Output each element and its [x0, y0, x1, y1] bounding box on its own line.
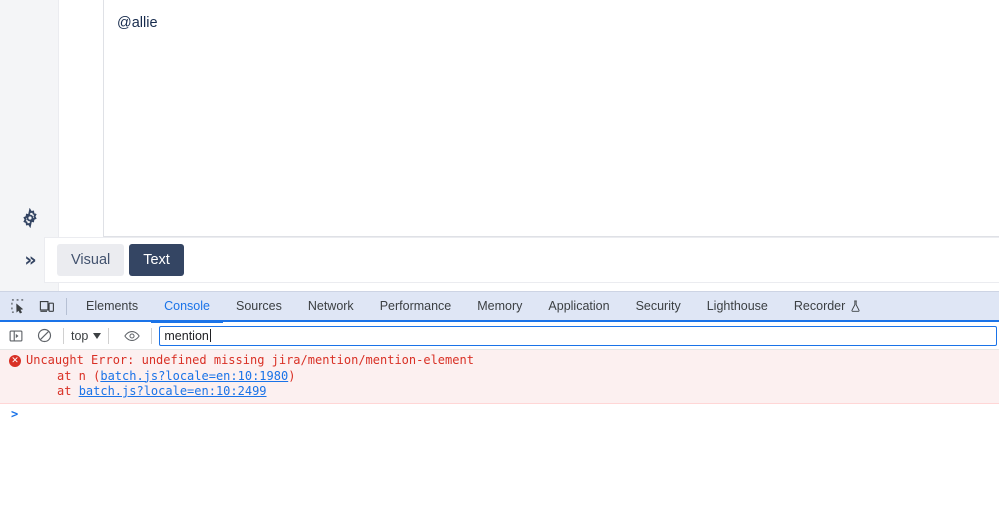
text-cursor — [209, 329, 211, 342]
error-headline: ✕ Uncaught Error: undefined missing jira… — [0, 353, 999, 369]
console-context-label: top — [71, 328, 89, 343]
tab-recorder-label: Recorder — [793, 299, 846, 313]
console-toolbar-divider-1 — [63, 327, 64, 344]
stack-source-link[interactable]: batch.js?locale=en:10:2499 — [79, 384, 267, 398]
console-context-selector[interactable]: top — [71, 328, 102, 343]
eye-icon[interactable] — [120, 324, 144, 348]
devtools-tabs: Elements Console Sources Network Perform… — [73, 291, 874, 323]
console-message-error[interactable]: ✕ Uncaught Error: undefined missing jira… — [0, 350, 999, 404]
double-chevron-glyph: » — [24, 248, 36, 271]
double-chevron-right-icon[interactable]: » — [17, 247, 43, 273]
tab-console-label: Console — [164, 299, 210, 313]
console-toolbar-divider-2 — [108, 327, 110, 344]
tab-security-label: Security — [635, 299, 681, 313]
tab-memory-label: Memory — [477, 299, 523, 313]
tab-sources-label: Sources — [235, 299, 282, 313]
tabbar-divider — [66, 297, 67, 315]
error-stack-frame: at n (batch.js?locale=en:10:1980) — [0, 369, 999, 385]
inspect-element-icon[interactable] — [5, 293, 31, 319]
stack-prefix: at n ( — [57, 368, 101, 383]
gear-icon[interactable] — [17, 205, 43, 231]
prompt-chevron-icon: > — [11, 406, 19, 421]
device-toolbar-icon[interactable] — [34, 293, 60, 319]
tab-performance[interactable]: Performance — [367, 291, 465, 321]
editor-mode-text-button[interactable]: Text — [129, 244, 184, 276]
stack-suffix: ) — [288, 368, 296, 383]
console-toolbar-divider-3 — [151, 327, 153, 344]
tab-application[interactable]: Application — [535, 291, 622, 321]
experiment-flask-icon — [850, 300, 861, 312]
error-text: Uncaught Error: undefined missing jira/m… — [26, 353, 474, 367]
error-stack-frame: at batch.js?locale=en:10:2499 — [0, 384, 999, 400]
tab-memory[interactable]: Memory — [464, 291, 535, 321]
tab-elements[interactable]: Elements — [73, 291, 151, 321]
editor-mode-visual-button[interactable]: Visual — [57, 244, 125, 276]
console-filter-wrap: mention — [159, 322, 999, 350]
clear-console-icon[interactable] — [32, 324, 56, 348]
console-filter-input[interactable]: mention — [159, 325, 997, 346]
tab-sources[interactable]: Sources — [223, 291, 295, 321]
devtools-tabbar: Elements Console Sources Network Perform… — [0, 291, 999, 323]
tab-recorder[interactable]: Recorder — [781, 291, 874, 321]
tab-security[interactable]: Security — [623, 291, 694, 321]
tab-lighthouse[interactable]: Lighthouse — [694, 291, 781, 321]
tab-network[interactable]: Network — [295, 291, 367, 321]
editor-content[interactable]: @allie — [117, 13, 158, 33]
screen: » @allie Visual Text Elements Console So… — [0, 0, 999, 532]
editor-mode-group: Visual Text — [57, 244, 184, 276]
devtools-panel: Elements Console Sources Network Perform… — [0, 291, 999, 532]
error-circle-icon: ✕ — [9, 355, 21, 367]
console-filter-value: mention — [164, 328, 209, 343]
console-sidebar-icon[interactable] — [4, 324, 28, 348]
tab-elements-label: Elements — [86, 299, 139, 313]
tab-performance-label: Performance — [379, 299, 452, 313]
tab-console[interactable]: Console — [151, 291, 223, 323]
editor-footer: Visual Text — [44, 237, 999, 283]
stack-source-link[interactable]: batch.js?locale=en:10:1980 — [100, 369, 288, 383]
tab-lighthouse-label: Lighthouse — [706, 299, 768, 313]
stack-prefix: at — [57, 384, 79, 398]
tab-network-label: Network — [307, 299, 354, 313]
console-prompt[interactable]: > — [0, 404, 999, 424]
comment-editor[interactable]: @allie — [103, 0, 999, 237]
chevron-down-icon — [93, 332, 102, 339]
tab-application-label: Application — [548, 299, 610, 313]
console-output: ✕ Uncaught Error: undefined missing jira… — [0, 350, 999, 424]
console-toolbar: top mention — [0, 322, 999, 350]
host-page: » @allie Visual Text — [0, 0, 999, 291]
